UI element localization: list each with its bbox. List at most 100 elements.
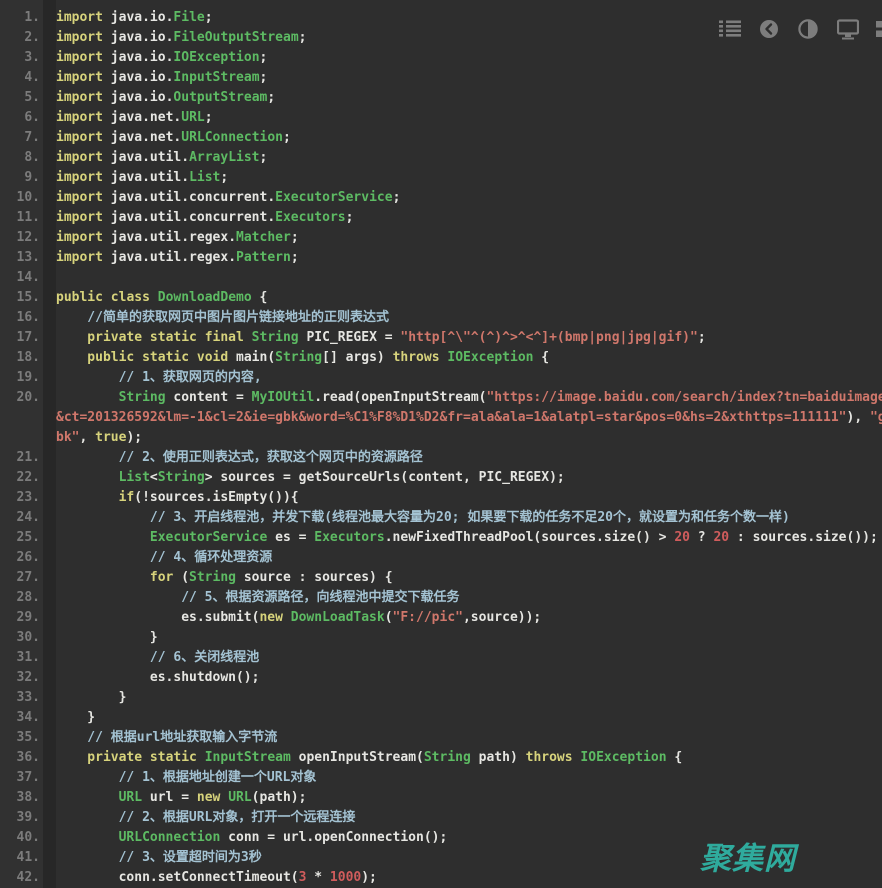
- code-row: 27.for (String source : sources) {: [0, 568, 882, 588]
- line-number: 15.: [0, 288, 40, 308]
- code-token: [220, 790, 228, 805]
- code-token: java.util.concurrent.: [103, 190, 275, 205]
- code-token: [244, 330, 252, 345]
- code-text: // 根据url地址获取输入字节流: [56, 728, 277, 748]
- code-text: es.shutdown();: [56, 668, 259, 688]
- line-number: 29.: [0, 608, 40, 628]
- code-token: URL: [181, 110, 204, 125]
- line-number: 14.: [0, 268, 40, 288]
- code-token: private static final: [87, 330, 244, 345]
- code-token: [197, 750, 205, 765]
- code-token: import: [56, 90, 103, 105]
- code-token: java.util.: [103, 170, 189, 185]
- code-token: ;: [291, 230, 299, 245]
- code-text: import java.io.IOException;: [56, 48, 267, 68]
- code-token: &ct=201326592&lm=-1&cl=2&ie=gbk&word=%C1…: [56, 410, 847, 425]
- back-icon[interactable]: [759, 19, 779, 39]
- line-number: 12.: [0, 228, 40, 248]
- code-row: 25.ExecutorService es = Executors.newFix…: [0, 528, 882, 548]
- code-token: public static void: [87, 350, 228, 365]
- code-token: java.net.: [103, 110, 181, 125]
- code-token: // 3、设置超时间为3秒: [119, 850, 262, 865]
- code-text: import java.net.URLConnection;: [56, 128, 291, 148]
- columns-icon-clipped[interactable]: [876, 19, 882, 39]
- code-token: import: [56, 130, 103, 145]
- code-editor[interactable]: 1.import java.io.File;2.import java.io.F…: [0, 8, 882, 888]
- code-token: import: [56, 50, 103, 65]
- code-token: private static: [87, 750, 197, 765]
- code-token: throws: [393, 350, 440, 365]
- line-number: 16.: [0, 308, 40, 328]
- code-token: (path);: [252, 790, 307, 805]
- code-token: ;: [205, 110, 213, 125]
- line-number: 42.: [0, 868, 40, 888]
- code-token: IOException: [447, 350, 533, 365]
- code-token: java.net.: [103, 130, 181, 145]
- code-token: }: [119, 690, 127, 705]
- contrast-icon[interactable]: [798, 19, 818, 39]
- line-number: 36.: [0, 748, 40, 768]
- list-icon[interactable]: [719, 20, 741, 37]
- code-token: ),: [847, 410, 870, 425]
- code-text: if(!sources.isEmpty()){: [56, 488, 299, 508]
- code-row: 33.}: [0, 688, 882, 708]
- code-token: DownloadDemo: [158, 290, 252, 305]
- line-number: 20.: [0, 388, 40, 408]
- code-token: true: [95, 430, 126, 445]
- line-number: 18.: [0, 348, 40, 368]
- code-token: for: [150, 570, 173, 585]
- code-row: 14.: [0, 268, 882, 288]
- code-row: 17.private static final String PIC_REGEX…: [0, 328, 882, 348]
- line-number: 7.: [0, 128, 40, 148]
- code-token: ;: [291, 250, 299, 265]
- line-number: 38.: [0, 788, 40, 808]
- code-token: List: [119, 470, 150, 485]
- code-token: bk": [56, 430, 79, 445]
- code-text: import java.util.concurrent.Executors;: [56, 208, 353, 228]
- code-token: source : sources) {: [236, 570, 393, 585]
- code-token: Executors: [275, 210, 345, 225]
- code-token: }: [87, 710, 95, 725]
- code-row: 38.URL url = new URL(path);: [0, 788, 882, 808]
- code-row: 6.import java.net.URL;: [0, 108, 882, 128]
- code-token: import: [56, 170, 103, 185]
- code-token: ?: [690, 530, 713, 545]
- code-token: // 2、根据URL对象，打开一个远程连接: [119, 810, 356, 825]
- code-token: : sources.size());: [729, 530, 878, 545]
- code-text: for (String source : sources) {: [56, 568, 393, 588]
- code-token: main(: [228, 350, 275, 365]
- code-text: public class DownloadDemo {: [56, 288, 267, 308]
- code-token: String: [119, 390, 166, 405]
- code-text: // 3、开启线程池，并发下载(线程池最大容量为20; 如果要下载的任务不足20…: [56, 508, 790, 528]
- code-row: 28.// 5、根据资源路径，向线程池中提交下载任务: [0, 588, 882, 608]
- watermark: 聚集网: [700, 841, 796, 877]
- code-row: 32.es.shutdown();: [0, 668, 882, 688]
- monitor-icon[interactable]: [837, 19, 859, 40]
- code-token: String: [252, 330, 299, 345]
- code-token: es =: [267, 530, 314, 545]
- code-token: "F://pic": [393, 610, 463, 625]
- code-row: 11.import java.util.concurrent.Executors…: [0, 208, 882, 228]
- code-token: import: [56, 210, 103, 225]
- code-row: 15. public class DownloadDemo {: [0, 288, 882, 308]
- code-token: Executors: [314, 530, 384, 545]
- code-row: 21.// 2、使用正则表达式，获取这个网页中的资源路径: [0, 448, 882, 468]
- line-number: 41.: [0, 848, 40, 868]
- code-token: ;: [267, 90, 275, 105]
- line-number: 9.: [0, 168, 40, 188]
- code-token: // 2、使用正则表达式，获取这个网页中的资源路径: [119, 450, 423, 465]
- line-number: 25.: [0, 528, 40, 548]
- code-row: 36.private static InputStream openInputS…: [0, 748, 882, 768]
- line-number: 8.: [0, 148, 40, 168]
- code-token: [] args): [322, 350, 392, 365]
- code-token: ;: [698, 330, 706, 345]
- code-token: ,: [79, 430, 95, 445]
- code-token: 1000: [330, 870, 361, 885]
- toolbar: [0, 0, 882, 48]
- code-token: new: [197, 790, 220, 805]
- code-text: import java.util.concurrent.ExecutorServ…: [56, 188, 400, 208]
- code-row: 26.// 4、循环处理资源: [0, 548, 882, 568]
- code-row: 39.// 2、根据URL对象，打开一个远程连接: [0, 808, 882, 828]
- line-number: 5.: [0, 88, 40, 108]
- code-token: // 1、根据地址创建一个URL对象: [119, 770, 317, 785]
